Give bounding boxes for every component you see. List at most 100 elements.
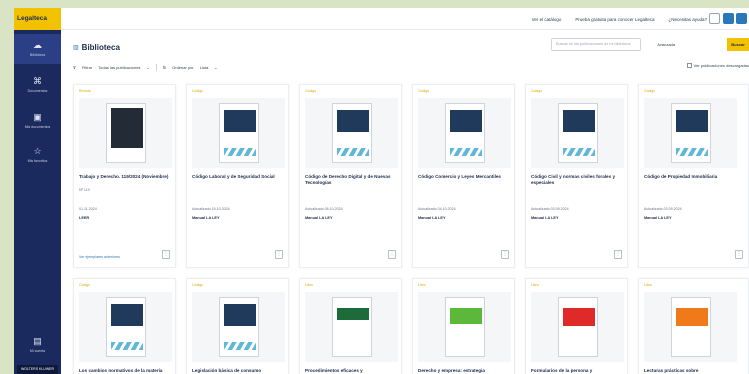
cover-area[interactable] bbox=[79, 292, 172, 362]
sort-icon: ⇅ bbox=[162, 64, 167, 70]
sort-select[interactable]: Lista bbox=[200, 65, 208, 70]
filter-icon: ⊽ bbox=[73, 64, 76, 70]
publication-card[interactable]: Revista Trabajo y Derecho. 119/2024 (Nov… bbox=[73, 84, 176, 268]
help-link[interactable]: ¿Necesitas ayuda? bbox=[668, 17, 707, 22]
publication-cover[interactable] bbox=[558, 297, 598, 357]
footer-logo: WOLTERS KLUWER bbox=[17, 365, 58, 374]
publication-cover[interactable] bbox=[106, 103, 146, 163]
cover-area[interactable] bbox=[418, 292, 511, 362]
card-access[interactable]: Manual LA LEY bbox=[418, 216, 446, 220]
main-content: ▥ Biblioteca Buscar en las publicaciones… bbox=[61, 30, 749, 374]
publication-card[interactable]: Código Código Civil y normas civiles for… bbox=[525, 84, 628, 268]
cover-area[interactable] bbox=[192, 98, 285, 168]
app-window: Legalteca Ver el catálogo Prueba gratuit… bbox=[14, 8, 749, 374]
publication-card[interactable]: Libro Formularios de la persona y bbox=[525, 278, 628, 374]
card-tag: Libro bbox=[644, 283, 652, 287]
publication-cover[interactable] bbox=[671, 103, 711, 163]
sidebar-item-account[interactable]: ▤ Mi cuenta bbox=[14, 330, 61, 360]
publication-card[interactable]: Código Código Laboral y de Seguridad Soc… bbox=[186, 84, 289, 268]
search-input[interactable]: Buscar en las publicaciones de mi biblio… bbox=[551, 38, 641, 51]
card-tag: Revista bbox=[79, 89, 91, 93]
card-tag: Código bbox=[192, 283, 204, 287]
publication-cover[interactable] bbox=[219, 103, 259, 163]
advanced-search-link[interactable]: Avanzada bbox=[657, 42, 675, 47]
user-icon[interactable] bbox=[723, 13, 734, 24]
sidebar-item-label: Mi cuenta bbox=[29, 349, 46, 353]
publication-cover[interactable] bbox=[558, 103, 598, 163]
previous-issues-link[interactable]: Ver ejemplares anteriores bbox=[79, 255, 120, 259]
cover-area[interactable] bbox=[192, 292, 285, 362]
more-options-icon[interactable]: ⋮ bbox=[614, 250, 622, 259]
card-title[interactable]: Lecturas prácticas sobre bbox=[644, 368, 736, 374]
more-options-icon[interactable]: ⋮ bbox=[275, 250, 283, 259]
card-access[interactable]: Manual LA LEY bbox=[305, 216, 333, 220]
publication-card[interactable]: Código Código Comercio y Leyes Mercantil… bbox=[412, 84, 515, 268]
card-access[interactable]: Manual LA LEY bbox=[531, 216, 559, 220]
downloaded-toggle[interactable]: Ver publicaciones descargadas bbox=[686, 63, 749, 68]
card-tag: Código bbox=[531, 89, 543, 93]
card-access[interactable]: Manual LA LEY bbox=[192, 216, 220, 220]
cover-area[interactable] bbox=[644, 98, 737, 168]
publication-card[interactable]: Código Código de Propiedad Inmobiliaria … bbox=[638, 84, 749, 268]
card-title[interactable]: Código de Propiedad Inmobiliaria bbox=[644, 174, 736, 180]
menu-icon[interactable] bbox=[736, 13, 747, 24]
publication-card[interactable]: Libro Derecho y empresa: estrategia bbox=[412, 278, 515, 374]
sidebar-item-documents[interactable]: ⌘ Documentos bbox=[14, 70, 61, 100]
clip-icon: ⌘ bbox=[33, 76, 42, 86]
publication-cover[interactable] bbox=[332, 297, 372, 357]
card-title[interactable]: Procedimientos eficaces y bbox=[305, 368, 397, 374]
publication-cover[interactable] bbox=[445, 297, 485, 357]
publication-cover[interactable] bbox=[106, 297, 146, 357]
catalog-link[interactable]: Ver el catálogo bbox=[532, 17, 562, 22]
publication-card[interactable]: Código Los cambios normativos de la mate… bbox=[73, 278, 176, 374]
card-title[interactable]: Legislación básica de consumo bbox=[192, 368, 284, 374]
cover-area[interactable] bbox=[531, 292, 624, 362]
card-title[interactable]: Código Civil y normas civiles forales y … bbox=[531, 174, 623, 186]
downloaded-label: Ver publicaciones descargadas bbox=[693, 63, 749, 68]
publication-cover[interactable] bbox=[219, 297, 259, 357]
sidebar-item-library[interactable]: ☁ Biblioteca bbox=[14, 34, 61, 64]
filter-select[interactable]: Todas las publicaciones bbox=[98, 65, 140, 70]
sidebar-item-favorites[interactable]: ☆ Mis favoritos bbox=[14, 140, 61, 170]
card-title[interactable]: Los cambios normativos de la materia bbox=[79, 368, 171, 374]
cover-area[interactable] bbox=[79, 98, 172, 168]
publication-card[interactable]: Libro Procedimientos eficaces y bbox=[299, 278, 402, 374]
card-title[interactable]: Código Laboral y de Seguridad Social bbox=[192, 174, 284, 180]
settings-icon[interactable] bbox=[709, 13, 720, 24]
card-title[interactable]: Derecho y empresa: estrategia bbox=[418, 368, 510, 374]
search-button[interactable]: Buscar bbox=[727, 38, 749, 51]
card-title[interactable]: Código Comercio y Leyes Mercantiles bbox=[418, 174, 510, 180]
more-options-icon[interactable]: ⋮ bbox=[162, 250, 170, 259]
card-date: Actualizado 03.09.2024 bbox=[531, 207, 569, 211]
card-access[interactable]: LEER bbox=[79, 216, 89, 220]
chevron-down-icon[interactable]: ⌄ bbox=[214, 65, 217, 70]
publication-card[interactable]: Código Código de Derecho Digital y de Nu… bbox=[299, 84, 402, 268]
card-tag: Libro bbox=[531, 283, 539, 287]
cover-area[interactable] bbox=[305, 292, 398, 362]
cover-area[interactable] bbox=[644, 292, 737, 362]
cover-area[interactable] bbox=[305, 98, 398, 168]
page-title: Biblioteca bbox=[81, 42, 120, 52]
card-date: 01.11.2024 bbox=[79, 207, 97, 211]
sidebar-item-my-documents[interactable]: ▣ Mis documentos bbox=[14, 106, 61, 136]
chevron-down-icon[interactable]: ⌄ bbox=[146, 65, 149, 70]
free-trial-link[interactable]: Prueba gratuita para conocer Legalteca bbox=[575, 17, 654, 22]
sidebar: ☁ Biblioteca ⌘ Documentos ▣ Mis document… bbox=[14, 30, 61, 374]
publication-cover[interactable] bbox=[445, 103, 485, 163]
publication-cover[interactable] bbox=[332, 103, 372, 163]
more-options-icon[interactable]: ⋮ bbox=[735, 250, 743, 259]
more-options-icon[interactable]: ⋮ bbox=[501, 250, 509, 259]
card-title[interactable]: Formularios de la persona y bbox=[531, 368, 623, 374]
library-icon: ▥ bbox=[73, 44, 79, 51]
publication-card[interactable]: Libro Lecturas prácticas sobre bbox=[638, 278, 749, 374]
card-access[interactable]: Manual LA LEY bbox=[644, 216, 672, 220]
cover-area[interactable] bbox=[418, 98, 511, 168]
card-title[interactable]: Código de Derecho Digital y de Nuevas Te… bbox=[305, 174, 397, 186]
checkbox[interactable] bbox=[686, 63, 692, 68]
card-title[interactable]: Trabajo y Derecho. 119/2024 (Noviembre) bbox=[79, 174, 171, 180]
app-logo[interactable]: Legalteca bbox=[14, 8, 61, 30]
publication-card[interactable]: Código Legislación básica de consumo bbox=[186, 278, 289, 374]
cover-area[interactable] bbox=[531, 98, 624, 168]
more-options-icon[interactable]: ⋮ bbox=[388, 250, 396, 259]
publication-cover[interactable] bbox=[671, 297, 711, 357]
